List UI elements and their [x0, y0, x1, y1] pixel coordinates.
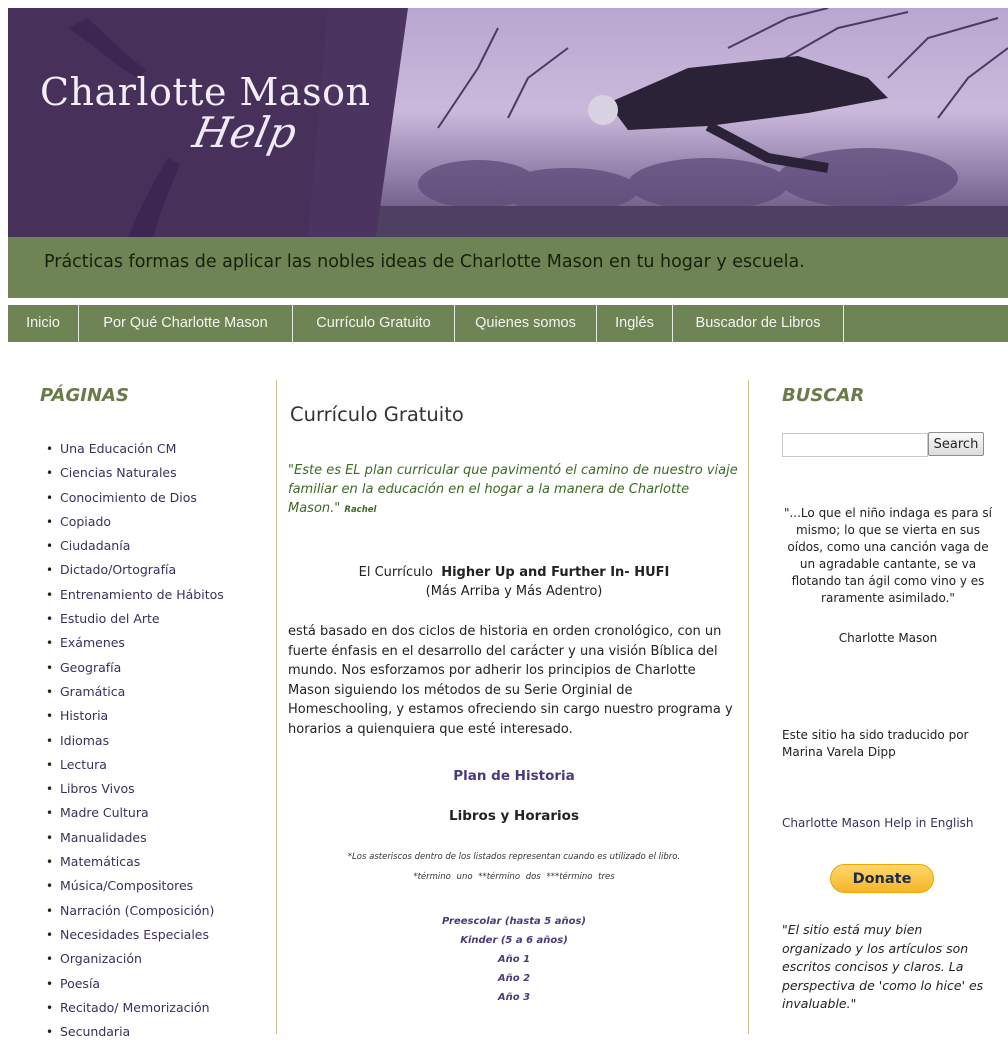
list-item[interactable]: Matemáticas	[32, 850, 268, 874]
column-divider-left	[276, 380, 277, 1034]
list-item[interactable]: Manualidades	[32, 826, 268, 850]
list-item[interactable]: Gramática	[32, 680, 268, 704]
curriculum-prefix: El Currículo	[358, 565, 433, 580]
nav-item-ingles[interactable]: Inglés	[597, 305, 672, 342]
list-item[interactable]: Secundaria	[32, 1020, 268, 1044]
year-link[interactable]: Año 3	[288, 988, 740, 1007]
site-header: Charlotte Mason Help	[8, 8, 1008, 237]
nav-item-quienes-somos[interactable]: Quienes somos	[455, 305, 596, 342]
list-item[interactable]: Una Educación CM	[32, 437, 268, 461]
curriculum-translation: (Más Arriba y Más Adentro)	[425, 584, 603, 599]
search-form: Search	[782, 432, 994, 458]
nav-divider	[843, 305, 844, 342]
sidebar-right: BUSCAR Search "...Lo que el niño indaga …	[782, 385, 994, 1014]
list-item[interactable]: Dictado/Ortografía	[32, 558, 268, 582]
list-item[interactable]: Exámenes	[32, 631, 268, 655]
year-link[interactable]: Preescolar (hasta 5 años)	[288, 912, 740, 931]
nav-item-buscador[interactable]: Buscador de Libros	[673, 305, 843, 342]
site-tagline: Prácticas formas de aplicar las nobles i…	[44, 252, 805, 272]
curriculum-name: Higher Up and Further In- HUFI	[441, 565, 670, 580]
terms-note: *término uno **término dos ***término tr…	[413, 871, 615, 882]
curriculum-line: El Currículo Higher Up and Further In- H…	[288, 565, 740, 580]
list-item[interactable]: Madre Cultura	[32, 801, 268, 825]
cm-quote: "...Lo que el niño indaga es para sí mis…	[783, 506, 993, 605]
list-item[interactable]: Ciencias Naturales	[32, 461, 268, 485]
site-script: Help	[188, 108, 302, 157]
sidebar-left: PÁGINAS Una Educación CM Ciencias Natura…	[32, 385, 268, 1044]
pages-list: Una Educación CM Ciencias Naturales Cono…	[32, 437, 268, 1044]
list-item[interactable]: Ciudadanía	[32, 534, 268, 558]
main-content: Currículo Gratuito "Este es EL plan curr…	[288, 385, 740, 1007]
list-item[interactable]: Necesidades Especiales	[32, 923, 268, 947]
year-link[interactable]: Año 2	[288, 969, 740, 988]
pages-heading: PÁGINAS	[40, 385, 129, 406]
years-list: Preescolar (hasta 5 años) Kinder (5 a 6 …	[288, 912, 740, 1007]
list-item[interactable]: Narración (Composición)	[32, 899, 268, 923]
column-divider-right	[748, 380, 749, 1034]
list-item[interactable]: Lectura	[32, 753, 268, 777]
donate-button[interactable]: Donate	[830, 864, 934, 893]
asterisk-note: *Los asteriscos dentro de los listados r…	[347, 851, 681, 862]
books-schedules-heading: Libros y Horarios	[449, 807, 579, 824]
history-plan-link[interactable]: Plan de Historia	[288, 768, 740, 784]
list-item[interactable]: Recitado/ Memorización	[32, 996, 268, 1020]
search-button[interactable]: Search	[928, 432, 984, 456]
list-item[interactable]: Libros Vivos	[32, 777, 268, 801]
intro-quote: "Este es EL plan curricular que paviment…	[288, 461, 740, 520]
cm-quote-author: Charlotte Mason	[838, 631, 938, 645]
title-panel	[8, 8, 408, 237]
list-item[interactable]: Estudio del Arte	[32, 607, 268, 631]
nav-item-inicio[interactable]: Inicio	[8, 305, 78, 342]
testimonial-quote: "El sitio está muy bien organizado y los…	[782, 922, 984, 1011]
list-item[interactable]: Poesía	[32, 972, 268, 996]
main-nav: Inicio Por Qué Charlotte Mason Currículo…	[8, 305, 1008, 342]
list-item[interactable]: Entrenamiento de Hábitos	[32, 583, 268, 607]
nav-item-por-que[interactable]: Por Qué Charlotte Mason	[79, 305, 292, 342]
year-link[interactable]: Kinder (5 a 6 años)	[288, 931, 740, 950]
list-item[interactable]: Geografía	[32, 656, 268, 680]
nav-item-curriculo[interactable]: Currículo Gratuito	[293, 305, 454, 342]
search-heading: BUSCAR	[782, 385, 865, 406]
list-item[interactable]: Organización	[32, 947, 268, 971]
english-site-link[interactable]: Charlotte Mason Help in English	[782, 816, 994, 830]
year-link[interactable]: Año 1	[288, 950, 740, 969]
intro-quote-author: Rachel	[344, 505, 377, 515]
list-item[interactable]: Idiomas	[32, 729, 268, 753]
page-title: Currículo Gratuito	[290, 403, 464, 426]
list-item[interactable]: Conocimiento de Dios	[32, 486, 268, 510]
tagline-band: Prácticas formas de aplicar las nobles i…	[8, 237, 1008, 298]
curriculum-description: está basado en dos ciclos de historia en…	[288, 624, 733, 737]
list-item[interactable]: Historia	[32, 704, 268, 728]
translated-by: Este sitio ha sido traducido por Marina …	[782, 728, 969, 759]
search-input[interactable]	[782, 433, 928, 457]
list-item[interactable]: Copiado	[32, 510, 268, 534]
list-item[interactable]: Música/Compositores	[32, 874, 268, 898]
